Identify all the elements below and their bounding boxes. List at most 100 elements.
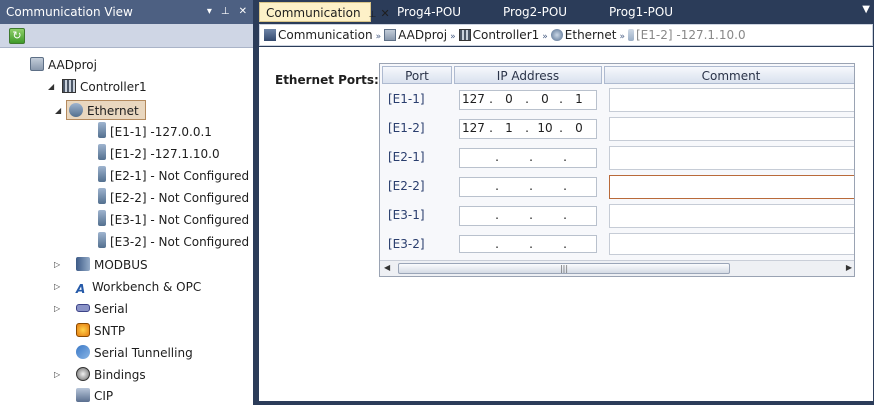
- tree-node-serial[interactable]: ▷ Serial: [54, 299, 128, 319]
- port-cell: [E2-2]: [388, 179, 425, 193]
- bindings-icon: [76, 367, 90, 381]
- ip-address-input[interactable]: ...: [459, 235, 597, 253]
- tab-prog4-pou[interactable]: Prog4-POU: [391, 2, 461, 22]
- breadcrumb-item[interactable]: Communication: [278, 28, 373, 42]
- document-tabs: Communication ⊥ ✕ Prog4-POU Prog2-POU Prog…: [257, 0, 874, 24]
- controller-icon: [458, 29, 471, 41]
- close-icon[interactable]: ✕: [380, 7, 389, 20]
- port-icon: [628, 29, 634, 41]
- comment-input[interactable]: [609, 204, 854, 228]
- dropdown-icon[interactable]: ▾: [207, 0, 212, 24]
- chevron-icon[interactable]: »: [450, 32, 456, 42]
- table-row: [E2-1] ...: [380, 144, 854, 173]
- comment-input[interactable]: [609, 146, 854, 170]
- ethernet-ports-grid: Port IP Address Comment [E1-1] 127. 0. 0…: [379, 63, 855, 277]
- breadcrumb-item[interactable]: Controller1: [473, 28, 540, 42]
- modbus-icon: [76, 257, 90, 271]
- scrollbar-thumb[interactable]: |||: [398, 263, 730, 274]
- workbench-icon: A: [76, 282, 86, 296]
- table-row: [E1-2] 127. 1. 10. 0: [380, 115, 854, 144]
- table-row: [E3-2] ...: [380, 231, 854, 260]
- clock-icon: [76, 323, 90, 337]
- port-cell: [E2-1]: [388, 150, 425, 164]
- column-header-port[interactable]: Port: [382, 66, 452, 84]
- chevron-icon[interactable]: »: [376, 32, 382, 42]
- expand-arrow-icon[interactable]: ▷: [54, 255, 60, 275]
- cip-icon: [76, 388, 90, 402]
- tab-communication[interactable]: Communication ⊥ ✕: [259, 2, 390, 22]
- column-header-comment[interactable]: Comment: [604, 66, 854, 84]
- tree-node-port[interactable]: [E3-2] - Not Configured: [98, 232, 249, 252]
- port-icon: [98, 166, 106, 182]
- tree-node-cip[interactable]: CIP: [76, 386, 113, 405]
- tree-node-bindings[interactable]: ▷ Bindings: [54, 365, 146, 385]
- tab-prog1-pou[interactable]: Prog1-POU: [603, 2, 673, 22]
- pin-icon[interactable]: ⊥: [221, 0, 230, 24]
- table-row: [E3-1] ...: [380, 202, 854, 231]
- tree-node-serial-tunnelling[interactable]: Serial Tunnelling: [76, 343, 193, 363]
- tree-node-workbench-opc[interactable]: ▷ A Workbench & OPC: [54, 277, 201, 297]
- port-icon: [98, 188, 106, 204]
- port-cell: [E1-2]: [388, 121, 425, 135]
- ethernet-icon: [550, 29, 563, 41]
- tree-node-project[interactable]: AADproj: [30, 55, 97, 75]
- port-icon: [98, 122, 106, 138]
- tree-node-modbus[interactable]: ▷ MODBUS: [54, 255, 148, 275]
- ethernet-config-view: Ethernet Ports: Port IP Address Comment …: [259, 47, 873, 401]
- comment-input[interactable]: [609, 175, 854, 199]
- expand-arrow-icon[interactable]: ▷: [54, 299, 60, 319]
- tree-node-port[interactable]: [E1-2] -127.1.10.0: [98, 144, 220, 164]
- pin-icon[interactable]: ⊥: [369, 10, 377, 20]
- tree-node-port[interactable]: [E2-1] - Not Configured: [98, 166, 249, 186]
- column-header-ip-address[interactable]: IP Address: [454, 66, 602, 84]
- controller-icon: [62, 79, 76, 93]
- project-folder-icon: [384, 29, 397, 41]
- panel-toolbar: ↻: [0, 24, 253, 48]
- ip-address-input[interactable]: 127. 0. 0. 1: [459, 90, 597, 110]
- scroll-left-icon[interactable]: ◀: [384, 263, 390, 272]
- port-cell: [E1-1]: [388, 92, 425, 106]
- breadcrumb-item[interactable]: AADproj: [398, 28, 447, 42]
- chevron-icon[interactable]: »: [619, 32, 625, 42]
- ip-address-input[interactable]: 127. 1. 10. 0: [459, 119, 597, 139]
- table-row: [E1-1] 127. 0. 0. 1: [380, 86, 854, 115]
- ip-address-input[interactable]: ...: [459, 148, 597, 168]
- port-icon: [98, 144, 106, 160]
- table-row: [E2-2] ...: [380, 173, 854, 202]
- ethernet-ports-label: Ethernet Ports:: [275, 73, 379, 87]
- tree-node-sntp[interactable]: SNTP: [76, 321, 125, 341]
- communication-tree: AADproj ◢ Controller1 ◢ Ethernet [E1-1] …: [0, 48, 253, 405]
- tree-node-ethernet[interactable]: ◢ Ethernet: [55, 100, 146, 120]
- scroll-right-icon[interactable]: ▶: [846, 263, 852, 272]
- collapse-arrow-icon[interactable]: ◢: [48, 77, 54, 97]
- refresh-button[interactable]: ↻: [9, 28, 25, 44]
- tree-node-port[interactable]: [E3-1] - Not Configured: [98, 210, 249, 230]
- panel-title-bar: Communication View ▾ ⊥ ✕: [0, 0, 253, 24]
- ip-address-input[interactable]: ...: [459, 206, 597, 226]
- tree-node-controller[interactable]: ◢ Controller1: [48, 77, 147, 97]
- port-cell: [E3-2]: [388, 237, 425, 251]
- communication-icon: [264, 29, 276, 41]
- project-folder-icon: [30, 57, 44, 71]
- tabs-dropdown-icon[interactable]: ▼: [862, 4, 870, 15]
- chevron-icon[interactable]: »: [542, 32, 548, 42]
- close-icon[interactable]: ✕: [239, 0, 247, 24]
- breadcrumb-item[interactable]: Ethernet: [565, 28, 617, 42]
- collapse-arrow-icon[interactable]: ◢: [55, 101, 61, 121]
- comment-input[interactable]: [609, 233, 854, 255]
- communication-view-panel: Communication View ▾ ⊥ ✕ ↻ AADproj ◢ Con…: [0, 0, 253, 405]
- tree-node-port[interactable]: [E2-2] - Not Configured: [98, 188, 249, 208]
- port-icon: [98, 210, 106, 226]
- refresh-icon: ↻: [12, 29, 22, 42]
- expand-arrow-icon[interactable]: ▷: [54, 365, 60, 385]
- tree-node-port[interactable]: [E1-1] -127.0.0.1: [98, 122, 212, 142]
- tab-prog2-pou[interactable]: Prog2-POU: [497, 2, 567, 22]
- network-icon: [76, 345, 90, 359]
- comment-input[interactable]: [609, 117, 854, 141]
- comment-input[interactable]: [609, 88, 854, 112]
- expand-arrow-icon[interactable]: ▷: [54, 277, 60, 297]
- horizontal-scrollbar[interactable]: ◀ ||| ▶: [380, 260, 854, 276]
- ip-address-input[interactable]: ...: [459, 177, 597, 197]
- panel-title: Communication View: [6, 5, 133, 19]
- breadcrumb-item[interactable]: [E1-2] -127.1.10.0: [636, 28, 746, 42]
